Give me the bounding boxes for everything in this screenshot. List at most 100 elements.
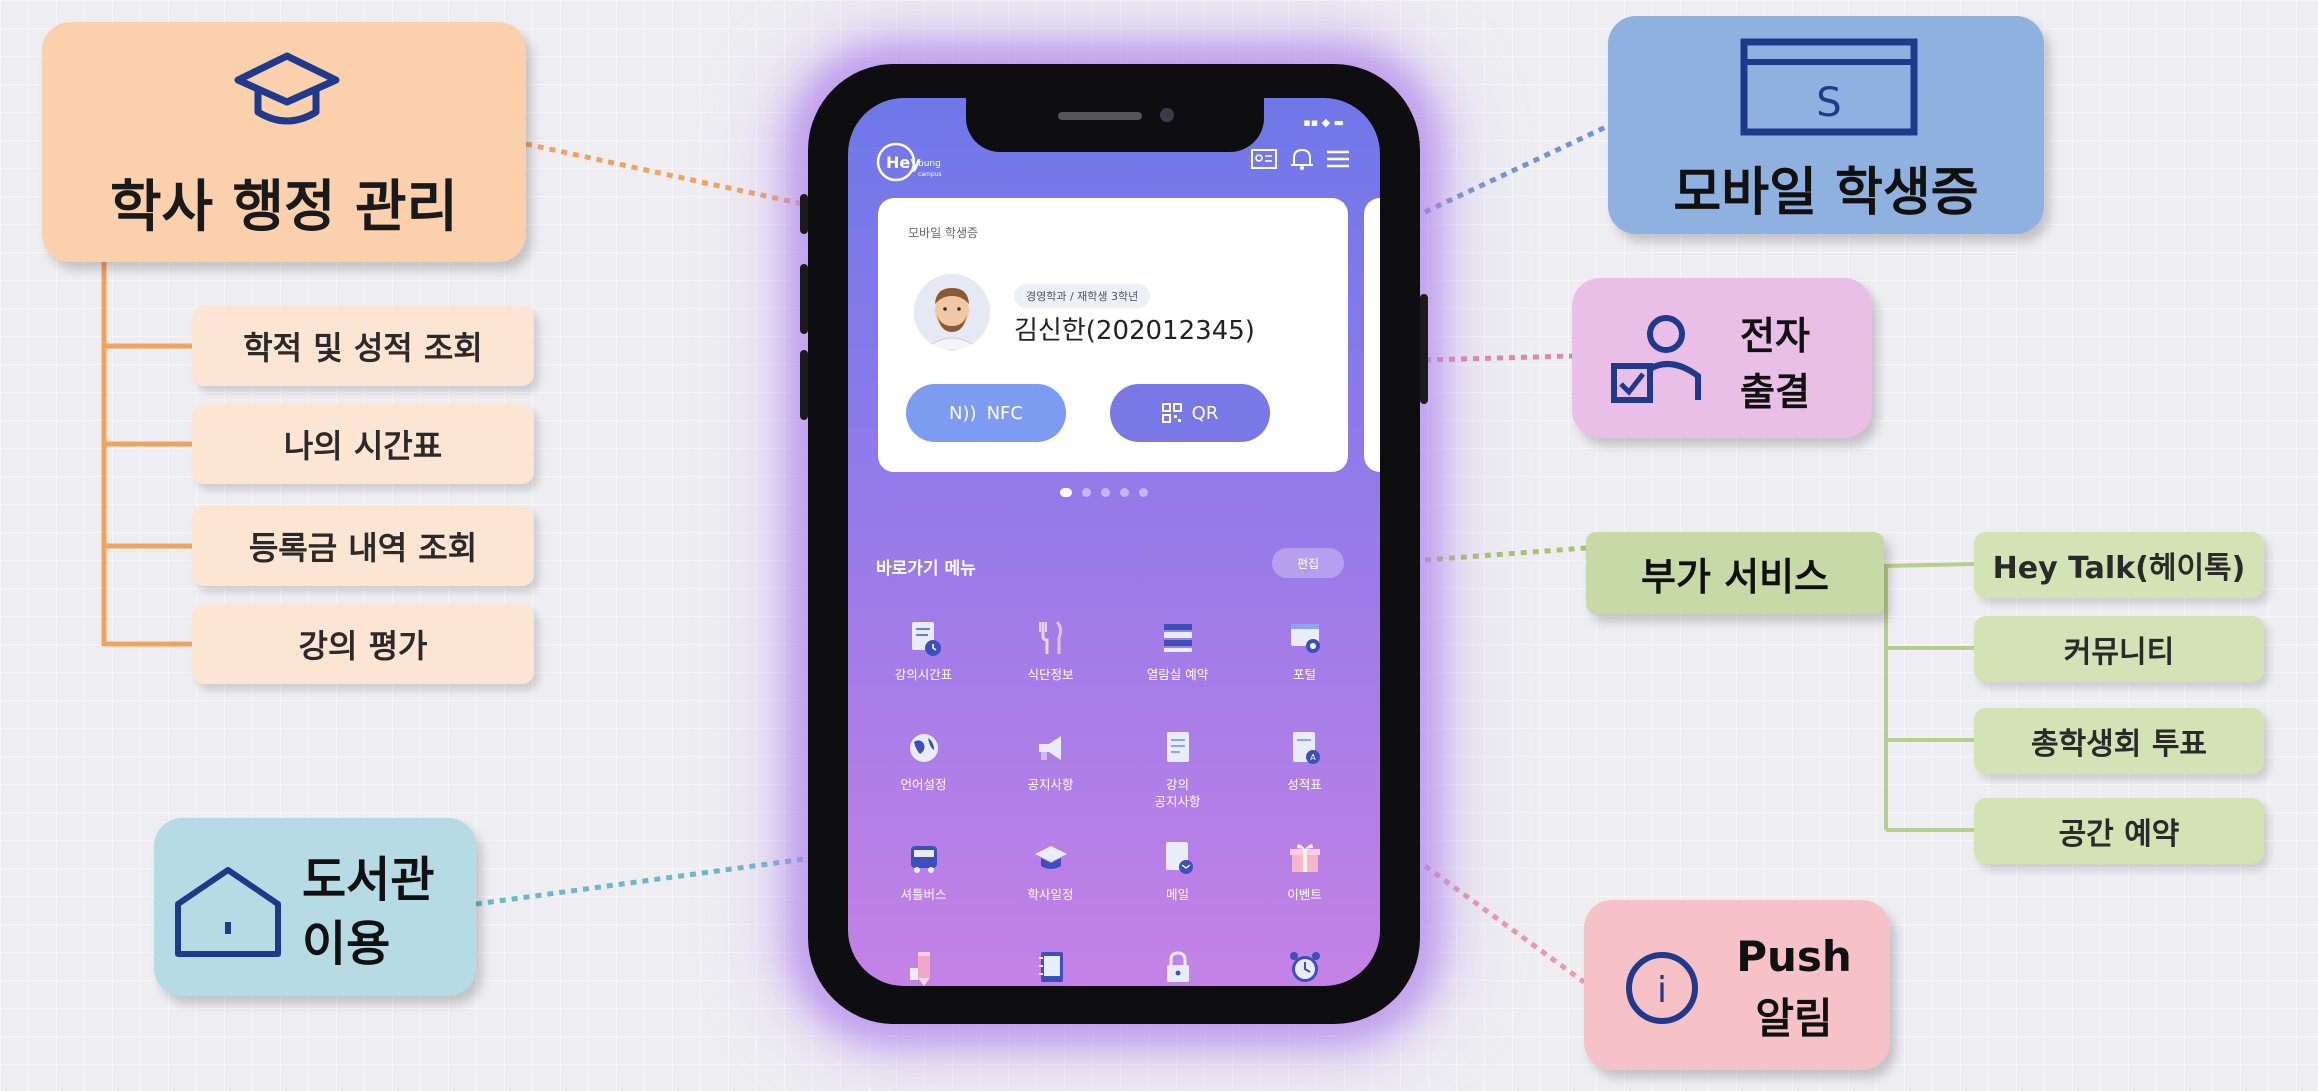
shortcut-menu-item[interactable]: 열람실 예약	[1114, 618, 1241, 683]
bus-icon	[910, 846, 937, 873]
hamburger-menu-icon[interactable]	[1324, 146, 1352, 172]
push-title-line2: 알림	[1755, 994, 1833, 1043]
lock-icon	[1166, 951, 1189, 982]
edit-button[interactable]: 편집	[1272, 548, 1344, 578]
status-bar-icons: ▪▪ ◆ ▬	[1303, 116, 1344, 129]
attendance-title-line2: 출결	[1740, 370, 1810, 414]
shortcut-menu-item[interactable]: 이벤트	[1241, 838, 1368, 903]
push-title: Push 알림	[1734, 926, 1854, 1050]
shortcut-menu-item[interactable]: 개인 시간표	[1241, 948, 1368, 986]
shortcut-menu-label: 열람실 예약	[1146, 667, 1209, 682]
student-avatar-icon	[914, 274, 990, 350]
phone-power-button	[1420, 294, 1428, 404]
shortcut-menu-label: 강의시간표	[894, 667, 953, 682]
shortcut-menu-item[interactable]: A 성적표	[1241, 728, 1368, 793]
qr-button[interactable]: QR	[1110, 384, 1270, 442]
academic-item-timetable: 나의 시간표	[192, 404, 534, 484]
globe-icon	[909, 734, 938, 762]
carousel-dot[interactable]	[1060, 488, 1072, 497]
nfc-label: NFC	[986, 402, 1023, 424]
next-card-peek[interactable]	[1364, 198, 1380, 472]
id-badge-icon[interactable]	[1250, 146, 1278, 172]
logo-small-text: campus	[918, 171, 942, 178]
library-title-line1: 도서관	[302, 852, 435, 908]
shortcut-menu-item[interactable]: 강의시간표	[860, 618, 987, 683]
attendance-user-check-icon	[1611, 315, 1701, 403]
avatar	[914, 274, 990, 350]
shortcut-menu-item[interactable]: 포털	[1241, 618, 1368, 683]
phone-mockup: ▪▪ ◆ ▬ Hey bung campus 모바일 학생증 경영학과 / 재학…	[800, 64, 1428, 1024]
shortcut-menu-label: 식단정보	[1027, 667, 1074, 682]
push-notification-box: i Push 알림	[1584, 900, 1890, 1070]
timetable-icon	[911, 622, 941, 656]
phone-volume-up-button	[800, 264, 808, 334]
megaphone-icon	[1038, 736, 1061, 760]
carousel-dots[interactable]	[1060, 488, 1148, 497]
house-icon	[175, 867, 281, 957]
shortcut-menu-item[interactable]: 출결조회	[987, 948, 1114, 986]
graduation-cap-icon	[234, 52, 340, 125]
library-title-line2: 이용	[302, 916, 391, 972]
speaker-grille	[1058, 112, 1142, 120]
student-id-card[interactable]: 모바일 학생증 경영학과 / 재학생 3학년 김신한(202012345) N)…	[878, 198, 1348, 472]
carousel-dot[interactable]	[1082, 488, 1091, 497]
mobile-student-id-box: S 모바일 학생증	[1608, 16, 2044, 234]
logo-main-text: Hey	[886, 153, 921, 172]
front-camera	[1160, 108, 1174, 122]
nfc-icon: N))	[949, 402, 977, 424]
push-title-line1: Push	[1736, 932, 1852, 981]
academic-item-tuition: 등록금 내역 조회	[192, 506, 534, 586]
academic-item-records: 학적 및 성적 조회	[192, 306, 534, 386]
phone-volume-down-button	[800, 350, 808, 420]
id-card-letter: S	[1816, 80, 1841, 126]
shortcut-menu-item[interactable]: 공지사항	[987, 728, 1114, 793]
shortcut-menu-item[interactable]: 간편 로그인	[1114, 948, 1241, 986]
notebook-icon	[1038, 952, 1063, 982]
electronic-attendance-box: 전자 출결	[1572, 278, 1872, 438]
shortcut-menu-item[interactable]: 언어설정	[860, 728, 987, 793]
phone-notch	[966, 98, 1264, 152]
extra-item-community: 커뮤니티	[1974, 616, 2264, 682]
gift-icon	[1289, 844, 1320, 872]
extra-services-box: 부가 서비스	[1586, 532, 1884, 614]
shortcut-menu-item[interactable]: 식단정보	[987, 618, 1114, 683]
student-name: 김신한(202012345)	[1014, 316, 1255, 346]
extra-item-space-reservation: 공간 예약	[1974, 798, 2264, 864]
app-logo: Hey bung campus	[876, 142, 942, 182]
info-icon: i	[1626, 952, 1698, 1024]
shortcut-menu-item[interactable]: 스터디룸 예약	[860, 948, 987, 986]
cap-calendar-icon	[1034, 846, 1067, 869]
shortcut-menu-item[interactable]: 학사일정	[987, 838, 1114, 903]
carousel-dot[interactable]	[1101, 488, 1110, 497]
qr-label: QR	[1191, 402, 1219, 424]
shortcut-menu-item[interactable]: 메일	[1114, 838, 1241, 903]
qr-code-icon	[1161, 403, 1182, 423]
bookshelf-icon	[1163, 624, 1192, 652]
mail-icon	[1165, 842, 1193, 874]
carousel-dot[interactable]	[1139, 488, 1148, 497]
library-title: 도서관 이용	[302, 848, 434, 976]
shortcut-menu-label: 셔틀버스	[900, 887, 947, 902]
shortcut-menu-label: 포털	[1292, 667, 1316, 682]
phone-screen: ▪▪ ◆ ▬ Hey bung campus 모바일 학생증 경영학과 / 재학…	[848, 98, 1380, 986]
shortcut-menu-label: 성적표	[1287, 777, 1322, 792]
carousel-dot[interactable]	[1120, 488, 1129, 497]
shortcut-menu-title: 바로가기 메뉴	[876, 559, 976, 579]
nfc-button[interactable]: N)) NFC	[906, 384, 1066, 442]
logo-sub-text: bung	[918, 159, 941, 169]
phone-side-button	[800, 194, 808, 234]
grade-report-icon: A	[1292, 732, 1320, 764]
id-card-icon: S	[1740, 38, 1918, 136]
info-icon-letter: i	[1657, 970, 1667, 1011]
shortcut-menu-item[interactable]: 강의 공지사항	[1114, 728, 1241, 810]
shortcut-menu-label: 공지사항	[1027, 777, 1074, 792]
shortcut-menu-label: 언어설정	[900, 777, 947, 792]
attendance-title: 전자 출결	[1740, 308, 1810, 420]
mobile-student-id-title: 모바일 학생증	[1673, 163, 1979, 223]
card-label: 모바일 학생증	[908, 226, 979, 240]
bell-icon[interactable]	[1288, 146, 1316, 172]
notice-doc-icon	[1166, 732, 1189, 762]
extra-item-vote: 총학생회 투표	[1974, 708, 2264, 774]
fork-knife-icon	[1038, 620, 1062, 654]
shortcut-menu-item[interactable]: 셔틀버스	[860, 838, 987, 903]
